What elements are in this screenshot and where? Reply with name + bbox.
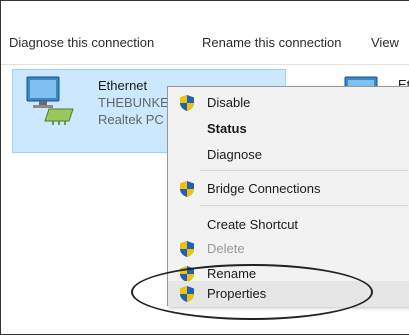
adapter-name: Ethernet <box>98 78 148 93</box>
menu-item-label: Disable <box>207 95 251 110</box>
rename-connection-button[interactable]: Rename this connection <box>202 35 341 50</box>
menu-separator <box>200 205 408 206</box>
network-connections-window: Diagnose this connection Rename this con… <box>0 0 409 335</box>
menu-item-label: Diagnose <box>207 147 262 162</box>
menu-item-bridge-connections[interactable]: Bridge Connections <box>168 177 409 201</box>
menu-item-label: Status <box>207 121 247 136</box>
menu-item-delete: Delete <box>168 237 409 261</box>
menu-separator <box>200 170 408 171</box>
menu-item-label: Create Shortcut <box>207 217 299 232</box>
command-bar: Diagnose this connection Rename this con… <box>1 1 409 65</box>
menu-item-disable[interactable]: Disable <box>168 91 409 115</box>
network-adapter-icon[interactable] <box>23 75 77 127</box>
shield-icon <box>180 95 194 111</box>
shield-icon <box>180 286 194 302</box>
menu-item-properties[interactable]: Properties <box>168 281 409 307</box>
shield-icon <box>180 181 194 197</box>
shield-icon <box>180 241 194 257</box>
menu-item-label: Delete <box>207 241 245 256</box>
context-menu: Disable Status Diagnose Bridge Connectio… <box>167 86 409 307</box>
menu-item-diagnose[interactable]: Diagnose <box>168 143 409 167</box>
ethernet-adapter-details: Ethernet THEBUNKE Realtek PC <box>98 77 169 128</box>
adapter-device: Realtek PC <box>98 112 164 127</box>
menu-item-label: Bridge Connections <box>207 181 321 196</box>
menu-item-create-shortcut[interactable]: Create Shortcut <box>168 213 409 237</box>
menu-item-status[interactable]: Status <box>168 117 409 141</box>
menu-item-label: Properties <box>207 286 267 301</box>
menu-item-label: Rename <box>207 266 257 281</box>
diagnose-connection-button[interactable]: Diagnose this connection <box>9 35 154 50</box>
view-button[interactable]: View <box>371 35 399 50</box>
adapter-network: THEBUNKE <box>98 95 169 110</box>
